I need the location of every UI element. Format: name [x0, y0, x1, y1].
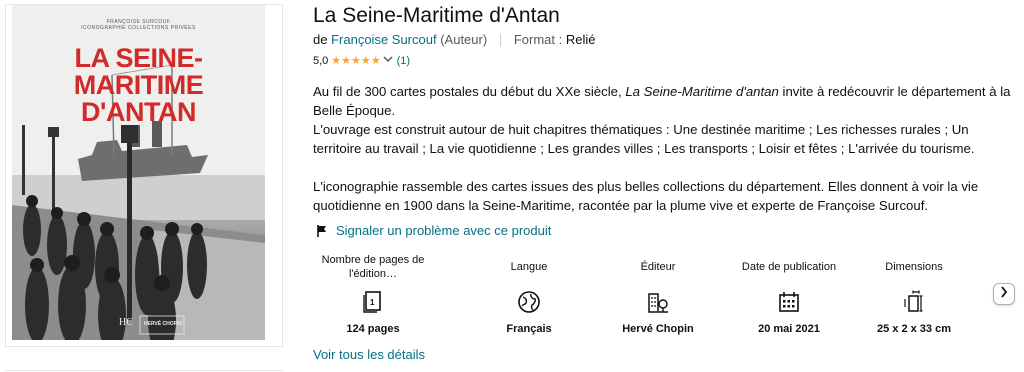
- detail-label: Nombre de pages de l'édition…: [321, 254, 425, 280]
- description-text: Au fil de 300 cartes postales du début d…: [313, 84, 626, 99]
- report-problem-link[interactable]: Signaler un problème avec ce produit: [316, 223, 551, 239]
- detail-language[interactable]: Langue Français: [469, 252, 589, 336]
- report-problem-text: Signaler un problème avec ce produit: [336, 223, 552, 238]
- detail-value: 20 mai 2021: [758, 323, 820, 335]
- detail-publication-date[interactable]: Date de publication 20 mai 2021: [729, 252, 849, 336]
- detail-label: Éditeur: [640, 261, 676, 273]
- detail-dimensions[interactable]: Dimensions 25 x 2 x 33 cm: [854, 252, 974, 336]
- cover-collection-line: ICONOGRAPHIE COLLECTIONS PRIVÉES: [81, 25, 196, 31]
- detail-value: Hervé Chopin: [622, 323, 694, 335]
- divider: [5, 370, 283, 371]
- format-value: Relié: [565, 32, 596, 47]
- building-icon: [598, 288, 718, 316]
- pages-icon: 1: [313, 288, 433, 316]
- carousel-next-button[interactable]: [993, 283, 1015, 305]
- detail-pages[interactable]: Nombre de pages de l'édition… 1 124 page…: [313, 252, 433, 336]
- byline: de Françoise Surcouf (Auteur) | Format :…: [313, 31, 595, 48]
- flag-icon: [316, 225, 328, 237]
- rating-value: 5,0: [313, 55, 329, 67]
- by-prefix: de: [313, 32, 328, 47]
- description-paragraph-2: L'ouvrage est construit autour de huit c…: [313, 122, 975, 156]
- cover-title-line1: LA SEINE-MARITIME: [73, 43, 204, 100]
- cover-title: LA SEINE-MARITIME D'ANTAN: [12, 45, 265, 126]
- book-cover-image[interactable]: FRANÇOISE SURCOUF ICONOGRAPHIE COLLECTIO…: [12, 5, 265, 340]
- star-rating[interactable]: ★★★★★: [331, 54, 380, 68]
- chevron-down-icon[interactable]: [383, 54, 393, 68]
- cover-title-line2: D'ANTAN: [81, 97, 196, 127]
- format-label: Format :: [513, 32, 563, 47]
- see-all-details-link[interactable]: Voir tous les détails: [313, 347, 425, 363]
- detail-publisher[interactable]: Éditeur Hervé Chopin: [598, 252, 718, 336]
- detail-value: 124 pages: [346, 323, 400, 335]
- publisher-logo: HC: [119, 317, 133, 328]
- detail-label: Langue: [510, 261, 548, 273]
- product-title: La Seine-Maritime d'Antan: [313, 4, 560, 27]
- description-italic-title: La Seine-Maritime d'antan: [625, 84, 779, 99]
- author-link[interactable]: Françoise Surcouf: [331, 32, 437, 47]
- chevron-right-icon: [1000, 285, 1008, 303]
- calendar-icon: [729, 288, 849, 316]
- description-paragraph-1: Au fil de 300 cartes postales du début d…: [313, 82, 1016, 120]
- author-role: (Auteur): [440, 32, 488, 47]
- rating-row: 5,0 ★★★★★ (1): [313, 54, 410, 68]
- cover-author: FRANÇOISE SURCOUF ICONOGRAPHIE COLLECTIO…: [12, 19, 265, 31]
- detail-label: Date de publication: [741, 261, 837, 273]
- detail-label: Dimensions: [885, 261, 943, 273]
- byline-separator: |: [498, 32, 503, 47]
- detail-value: Français: [506, 323, 552, 335]
- dimensions-icon: [854, 288, 974, 316]
- product-description: Au fil de 300 cartes postales du début d…: [313, 82, 1016, 215]
- publisher-logo-text: HERVÉ CHOPIN: [144, 321, 182, 327]
- rating-count-link[interactable]: (1): [397, 54, 410, 68]
- detail-value: 25 x 2 x 33 cm: [876, 323, 951, 335]
- product-details-carousel: Nombre de pages de l'édition… 1 124 page…: [313, 252, 993, 340]
- description-paragraph-3: L'iconographie rassemble des cartes issu…: [313, 179, 979, 213]
- globe-icon: [469, 288, 589, 316]
- svg-text:1: 1: [370, 298, 375, 307]
